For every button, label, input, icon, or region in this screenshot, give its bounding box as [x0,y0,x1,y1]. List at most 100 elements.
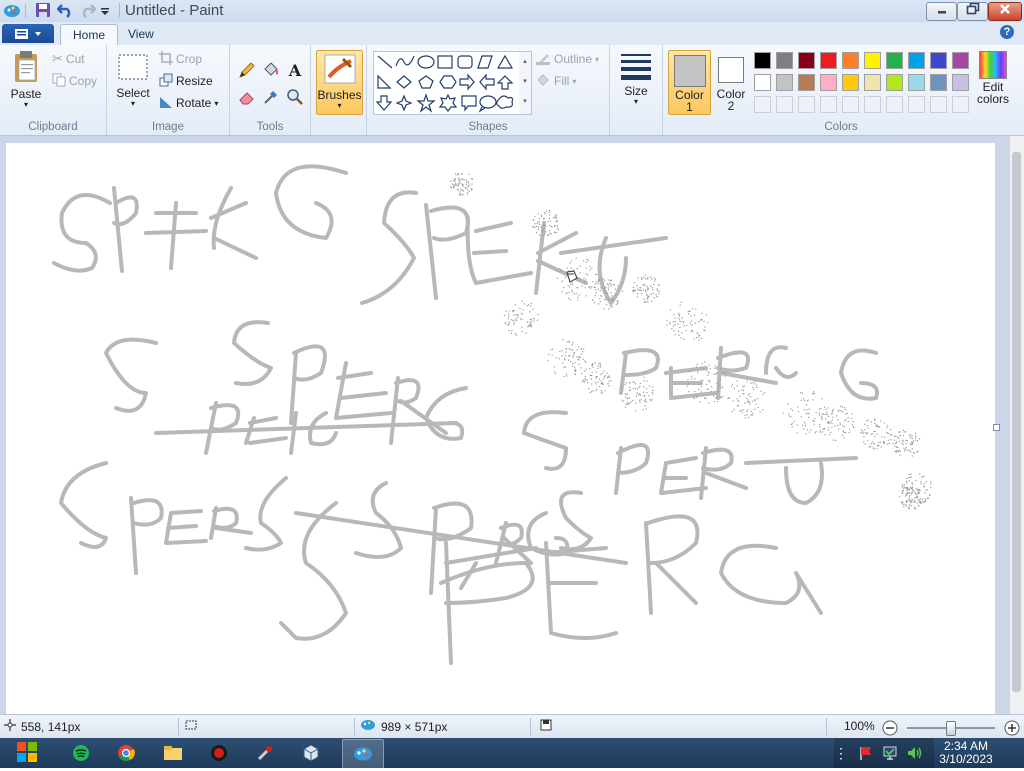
undo-icon[interactable] [56,2,73,20]
edit-colors-button[interactable]: Edit colors [975,51,1011,105]
save-icon[interactable] [35,2,51,20]
color1-button[interactable]: Color 1 [668,50,711,115]
palette-swatch[interactable] [820,74,837,91]
status-divider [354,718,355,736]
vertical-scroll-thumb[interactable] [1012,152,1021,692]
tools-group: A Tools [230,45,311,135]
canvas-resize-handle-right[interactable] [993,424,1000,431]
zoom-slider-thumb[interactable] [946,721,956,736]
image-group-label: Image [152,121,184,133]
palette-swatch[interactable] [930,74,947,91]
file-explorer-icon[interactable] [160,741,186,765]
palette-swatch[interactable] [776,74,793,91]
tools-app-icon[interactable] [252,741,278,765]
tab-home[interactable]: Home [60,24,119,45]
select-dropdown-icon[interactable]: ▾ [115,100,151,108]
fill-bucket-icon[interactable] [260,59,282,81]
redo-icon[interactable] [80,2,97,20]
palette-swatch[interactable] [798,52,815,69]
palette-swatch[interactable] [930,52,947,69]
crop-button[interactable]: Crop [159,49,202,69]
fill-button[interactable]: Fill ▾ [535,71,576,91]
palette-swatch[interactable] [952,52,969,69]
resize-button[interactable]: Resize [159,71,213,91]
palette-swatch[interactable] [776,52,793,69]
palette-swatch[interactable] [864,52,881,69]
rotate-dropdown-icon[interactable]: ▾ [214,99,218,108]
brushes-button[interactable]: Brushes ▾ [316,50,363,115]
palette-custom-slot[interactable] [776,96,793,113]
media-player-icon[interactable] [206,741,232,765]
palette-custom-slot[interactable] [864,96,881,113]
tab-view[interactable]: View [116,24,166,44]
palette-swatch[interactable] [754,74,771,91]
pencil-icon[interactable] [236,59,258,81]
title-bar: Untitled - Paint [0,0,1024,23]
palette-custom-slot[interactable] [820,96,837,113]
rotate-button[interactable]: Rotate ▾ [159,93,218,113]
clipboard-group: Paste ▾ ✂ Cut Copy Clipboard [0,45,107,135]
file-menu-button[interactable] [2,24,54,43]
drawing-strokes [52,164,932,665]
palette-custom-slot[interactable] [886,96,903,113]
disk-icon [540,719,552,734]
maximize-button[interactable] [957,2,988,21]
palette-custom-slot[interactable] [952,96,969,113]
minimize-button[interactable] [926,2,957,21]
cursor-position-value: 558, 141px [21,719,81,734]
zoom-out-button[interactable] [882,720,898,739]
spotify-icon[interactable] [68,741,94,765]
palette-swatch[interactable] [886,74,903,91]
file-size [540,719,552,734]
zoom-in-button[interactable] [1004,720,1020,739]
text-tool-icon[interactable]: A [284,59,306,81]
palette-swatch[interactable] [864,74,881,91]
shapes-gallery[interactable] [373,51,525,115]
chrome-icon[interactable] [113,741,139,765]
close-button[interactable] [988,2,1022,21]
palette-swatch[interactable] [842,52,859,69]
color-picker-icon[interactable] [260,86,282,108]
palette-swatch[interactable] [798,74,815,91]
palette-swatch[interactable] [908,74,925,91]
magnifier-icon[interactable] [284,86,306,108]
palette-custom-slot[interactable] [930,96,947,113]
overflow-icon[interactable]: ⋮ [832,741,850,765]
paste-dropdown-icon[interactable]: ▾ [5,101,47,109]
palette-custom-slot[interactable] [842,96,859,113]
drawing-canvas[interactable] [6,143,995,714]
palette-custom-slot[interactable] [798,96,815,113]
palette-swatch[interactable] [952,74,969,91]
paint-app-icon[interactable] [3,2,21,20]
action-center-flag-icon[interactable] [856,741,876,765]
line-size-icon [621,54,651,80]
color1-swatch [673,55,706,87]
palette-custom-slot[interactable] [908,96,925,113]
help-icon[interactable]: ? [1000,25,1014,39]
image-size: 989 × 571px [360,719,447,734]
palette-swatch[interactable] [754,52,771,69]
paint-taskbar-icon[interactable] [342,739,384,769]
clock[interactable]: 2:34 AM 3/10/2023 [916,740,1016,766]
palette-swatch[interactable] [908,52,925,69]
outline-button[interactable]: Outline ▾ [535,49,599,69]
colors-group-label: Colors [824,121,858,133]
color2-button[interactable]: Color 2 [712,50,750,113]
cut-button[interactable]: ✂ Cut [52,49,85,69]
copy-button[interactable]: Copy [52,71,97,91]
virtualbox-icon[interactable] [298,741,324,765]
select-button[interactable]: Select ▾ [115,53,151,108]
palette-swatch[interactable] [820,52,837,69]
palette-custom-slot[interactable] [754,96,771,113]
start-button[interactable] [8,738,46,768]
palette-swatch[interactable] [886,52,903,69]
shapes-scroll[interactable]: ▴ ▾ ▾ [519,51,532,115]
paste-button[interactable]: Paste ▾ [5,50,47,109]
size-button[interactable]: Size ▾ [618,51,654,106]
eraser-icon[interactable] [236,86,258,108]
palette-swatch[interactable] [842,74,859,91]
crop-icon [159,50,173,68]
spray-cursor-icon [563,268,579,287]
network-icon[interactable] [880,741,900,765]
edit-colors-label: Edit colors [976,80,1009,106]
